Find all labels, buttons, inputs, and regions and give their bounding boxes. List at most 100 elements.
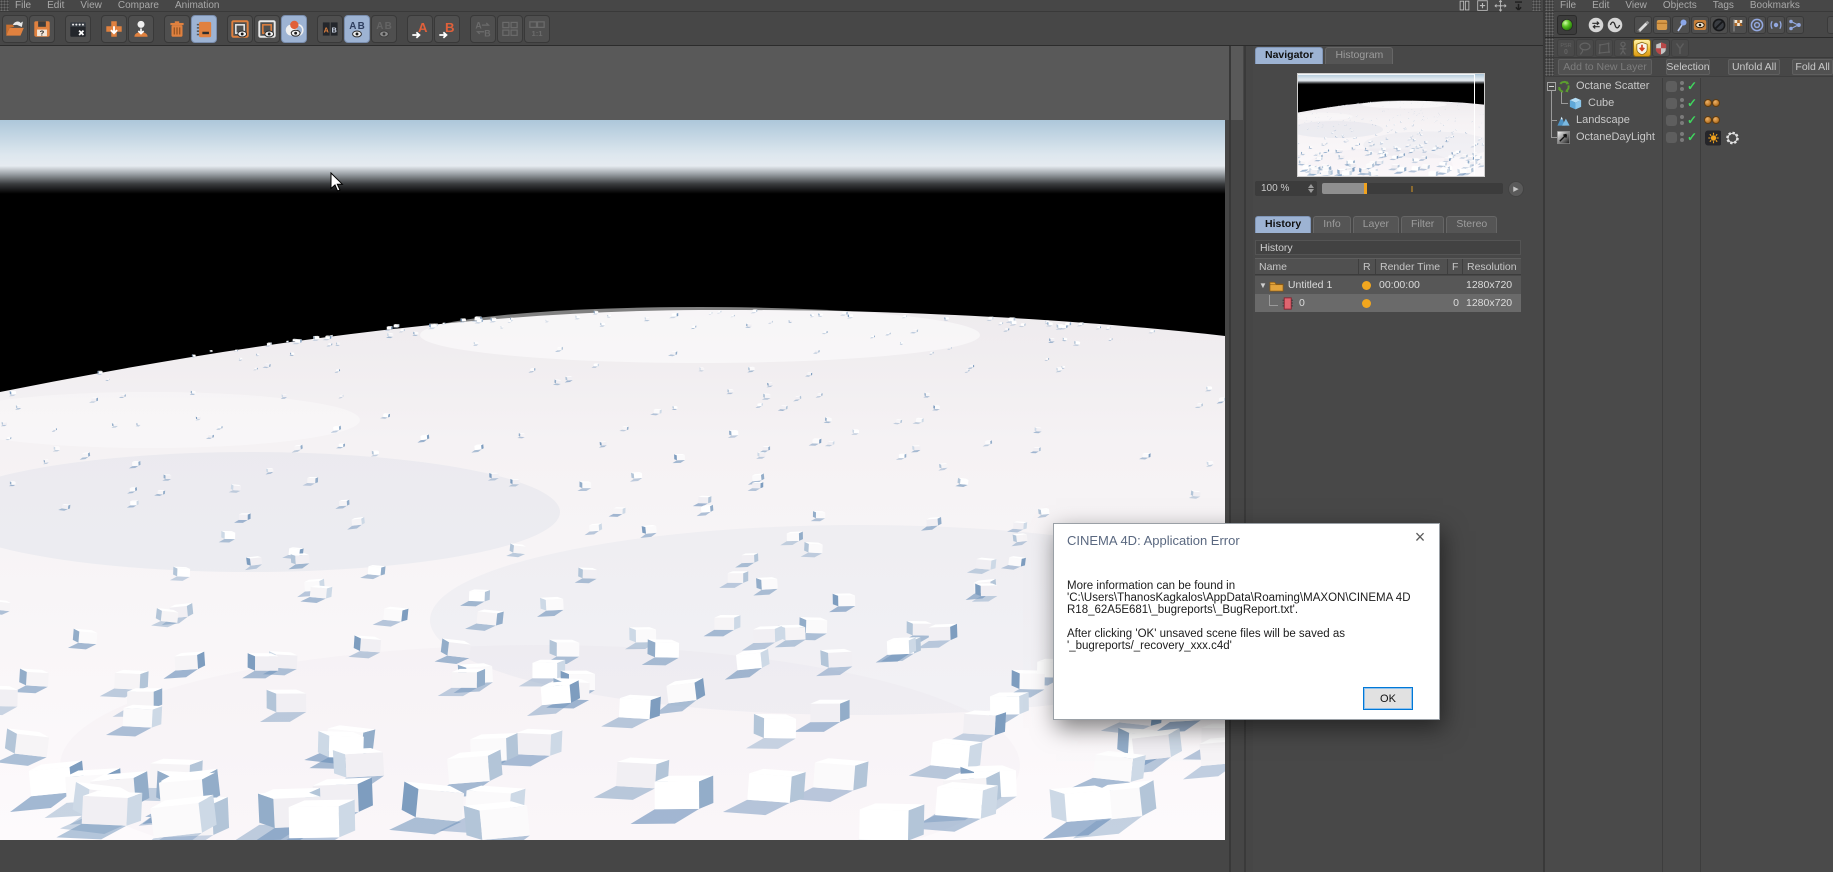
polygon-button[interactable]: [1595, 38, 1613, 57]
slash-button[interactable]: [1710, 15, 1728, 34]
material-tag[interactable]: [1712, 116, 1720, 124]
tab-info[interactable]: Info: [1313, 216, 1351, 233]
menu-file[interactable]: File: [15, 0, 31, 11]
material-tag[interactable]: [1704, 116, 1712, 124]
column-header-resolution[interactable]: Resolution: [1462, 259, 1521, 274]
column-header-render-time[interactable]: Render Time: [1375, 259, 1447, 274]
address-book-button[interactable]: [191, 14, 217, 43]
tab-stereo[interactable]: Stereo: [1446, 216, 1498, 233]
dot-parens-button[interactable]: [1767, 15, 1785, 34]
material-tag[interactable]: [1704, 99, 1712, 107]
table-row[interactable]: 0 0 1280x720: [1255, 294, 1521, 312]
wave-button[interactable]: [1606, 16, 1624, 34]
tab-histogram[interactable]: Histogram: [1325, 47, 1394, 64]
editor-visibility-dot[interactable]: [1680, 81, 1684, 85]
y-split-button[interactable]: [1671, 38, 1689, 57]
om-menu-bookmarks[interactable]: Bookmarks: [1750, 0, 1800, 11]
ok-button[interactable]: OK: [1363, 687, 1413, 710]
column-header-name[interactable]: Name: [1255, 259, 1358, 274]
export-user-button[interactable]: [128, 14, 154, 43]
move-panel-icon[interactable]: [1492, 0, 1508, 13]
tab-navigator[interactable]: Navigator: [1255, 47, 1324, 64]
object-row[interactable]: OctaneDayLight ✓: [1545, 129, 1833, 146]
render-viewport[interactable]: [0, 46, 1243, 872]
new-panel-icon[interactable]: [1474, 0, 1490, 13]
delete-trash-button[interactable]: [164, 14, 190, 43]
zoom-stepper[interactable]: [1308, 184, 1314, 193]
network-button[interactable]: [1786, 15, 1804, 34]
panel-grip[interactable]: [1545, 58, 1554, 76]
navigator-thumbnail[interactable]: [1288, 73, 1494, 183]
render-visibility-dot[interactable]: [1680, 138, 1684, 142]
save-disk-button[interactable]: ?: [29, 14, 55, 43]
target-button[interactable]: [1748, 15, 1766, 34]
om-menu-view[interactable]: View: [1625, 0, 1647, 11]
selection-button[interactable]: Selection: [1665, 59, 1710, 75]
navigator-play-button[interactable]: ▶: [1508, 181, 1524, 197]
fold-all-button[interactable]: Fold All: [1792, 59, 1833, 75]
editor-visibility-dot[interactable]: [1680, 98, 1684, 102]
flag-button[interactable]: [1729, 15, 1747, 34]
expand-toggle[interactable]: [1547, 82, 1556, 91]
render-visibility-dot[interactable]: [1680, 87, 1684, 91]
note-button[interactable]: [1653, 15, 1671, 34]
tab-history[interactable]: History: [1255, 216, 1312, 233]
panel-grip[interactable]: [1545, 0, 1554, 11]
lasso-button[interactable]: [1576, 38, 1594, 57]
editor-visibility-dot[interactable]: [1680, 115, 1684, 119]
object-name[interactable]: OctaneDayLight: [1576, 131, 1655, 143]
dock-down-icon[interactable]: [1510, 0, 1526, 13]
navigator-region-outline[interactable]: [1298, 74, 1475, 175]
zoom-slider-marker[interactable]: [1364, 183, 1367, 194]
circle-partial-button[interactable]: [1827, 15, 1833, 34]
person-button[interactable]: [1614, 38, 1632, 57]
render-visibility-dot[interactable]: [1680, 104, 1684, 108]
enabled-check-icon[interactable]: ✓: [1687, 131, 1697, 143]
zoom-slider[interactable]: [1322, 183, 1503, 194]
enabled-check-icon[interactable]: ✓: [1687, 80, 1697, 92]
render-visibility-dot[interactable]: [1680, 121, 1684, 125]
editor-visibility-dot[interactable]: [1680, 132, 1684, 136]
frame-b-eye-button[interactable]: [254, 14, 280, 43]
set-b-button[interactable]: B: [434, 14, 460, 43]
folder-open-button[interactable]: [2, 14, 28, 43]
object-row[interactable]: Landscape ✓: [1545, 112, 1833, 129]
zoom-field[interactable]: 100 %: [1255, 181, 1317, 196]
layer-color-box[interactable]: [1666, 98, 1677, 109]
column-header-f[interactable]: F: [1447, 259, 1462, 274]
render-active-button[interactable]: [1557, 14, 1577, 35]
object-name[interactable]: Landscape: [1576, 114, 1630, 126]
panel-splitter[interactable]: [1244, 46, 1246, 872]
om-menu-tags[interactable]: Tags: [1713, 0, 1734, 11]
unfold-all-button[interactable]: Unfold All: [1727, 59, 1781, 75]
tab-filter[interactable]: Filter: [1400, 216, 1445, 233]
enabled-check-icon[interactable]: ✓: [1687, 114, 1697, 126]
menu-edit[interactable]: Edit: [47, 0, 64, 11]
compare-ab-eye-button[interactable]: AB: [344, 14, 370, 43]
convert-arrows-button[interactable]: [1587, 16, 1605, 34]
enabled-check-icon[interactable]: ✓: [1687, 97, 1697, 109]
set-a-button[interactable]: A: [407, 14, 433, 43]
eye-box-button[interactable]: [1691, 15, 1709, 34]
add-to-new-layer-button[interactable]: Add to New Layer: [1558, 59, 1652, 75]
dialog-close-button[interactable]: ×: [1409, 526, 1431, 548]
expand-arrow-icon[interactable]: ▼: [1259, 281, 1267, 290]
compare-ab-off-button[interactable]: AB: [371, 14, 397, 43]
layer-color-box[interactable]: [1666, 81, 1677, 92]
material-tag[interactable]: [1712, 99, 1720, 107]
menu-view[interactable]: View: [80, 0, 102, 11]
table-row[interactable]: ▼ Untitled 1 00:00:00 1280x720: [1255, 276, 1521, 294]
menu-animation[interactable]: Animation: [175, 0, 219, 11]
panel-ab-button[interactable]: AB: [317, 14, 343, 43]
layer-color-box[interactable]: [1666, 115, 1677, 126]
object-row[interactable]: Cube ✓: [1545, 95, 1833, 112]
menu-compare[interactable]: Compare: [118, 0, 159, 11]
object-name[interactable]: Octane Scatter: [1576, 80, 1649, 92]
swap-ab-button[interactable]: AB: [470, 14, 496, 43]
movie-clapper-button[interactable]: [65, 14, 91, 43]
export-image-button[interactable]: [101, 14, 127, 43]
object-name[interactable]: Cube: [1588, 97, 1614, 109]
object-row[interactable]: Octane Scatter ✓: [1545, 78, 1833, 95]
panel-grip[interactable]: [1532, 0, 1541, 11]
frame-a-eye-button[interactable]: [227, 14, 253, 43]
